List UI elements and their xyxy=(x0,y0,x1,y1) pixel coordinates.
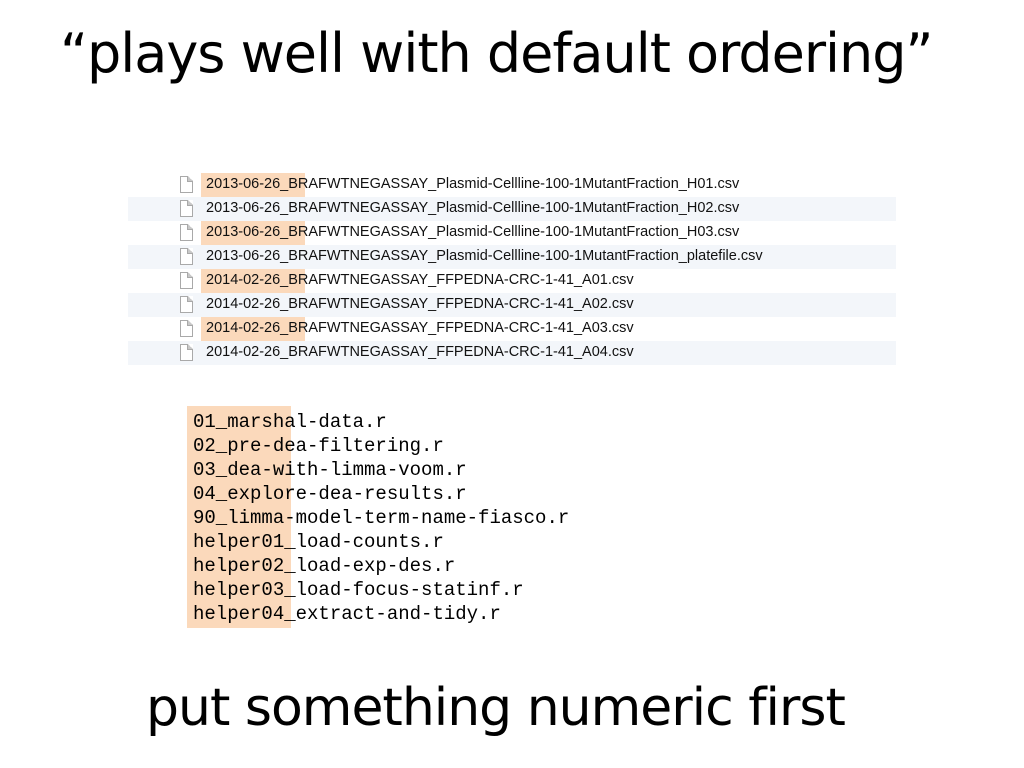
script-filename: 90_limma-model-term-name-fiasco.r xyxy=(193,507,570,529)
document-icon xyxy=(180,248,193,265)
document-icon xyxy=(180,296,193,313)
file-name: 2014-02-26_BRAFWTNEGASSAY_FFPEDNA-CRC-1-… xyxy=(206,296,634,312)
script-list: 01_marshal-data.r 02_pre-dea-filtering.r… xyxy=(193,410,569,626)
file-row[interactable]: 2014-02-26_BRAFWTNEGASSAY_FFPEDNA-CRC-1-… xyxy=(128,269,896,293)
file-row[interactable]: 2013-06-26_BRAFWTNEGASSAY_Plasmid-Cellli… xyxy=(128,173,896,197)
file-name: 2013-06-26_BRAFWTNEGASSAY_Plasmid-Cellli… xyxy=(206,200,740,216)
file-list: 2013-06-26_BRAFWTNEGASSAY_Plasmid-Cellli… xyxy=(128,173,896,365)
script-filename: 03_dea-with-limma-voom.r xyxy=(193,459,467,481)
document-icon xyxy=(180,272,193,289)
file-name: 2013-06-26_BRAFWTNEGASSAY_Plasmid-Cellli… xyxy=(206,224,740,240)
slide: “plays well with default ordering” 2013-… xyxy=(0,0,1024,768)
script-filename: 04_explore-dea-results.r xyxy=(193,483,467,505)
document-icon xyxy=(180,176,193,193)
file-row[interactable]: 2013-06-26_BRAFWTNEGASSAY_Plasmid-Cellli… xyxy=(128,221,896,245)
script-filename: helper04_extract-and-tidy.r xyxy=(193,603,501,625)
script-filename: helper02_load-exp-des.r xyxy=(193,555,456,577)
file-name: 2013-06-26_BRAFWTNEGASSAY_Plasmid-Cellli… xyxy=(206,176,740,192)
document-icon xyxy=(180,200,193,217)
slide-subtitle: put something numeric first xyxy=(146,678,846,738)
file-row[interactable]: 2014-02-26_BRAFWTNEGASSAY_FFPEDNA-CRC-1-… xyxy=(128,341,896,365)
file-name: 2013-06-26_BRAFWTNEGASSAY_Plasmid-Cellli… xyxy=(206,248,763,264)
document-icon xyxy=(180,320,193,337)
document-icon xyxy=(180,224,193,241)
file-row[interactable]: 2013-06-26_BRAFWTNEGASSAY_Plasmid-Cellli… xyxy=(128,197,896,221)
file-name: 2014-02-26_BRAFWTNEGASSAY_FFPEDNA-CRC-1-… xyxy=(206,272,634,288)
slide-title: “plays well with default ordering” xyxy=(60,22,934,85)
script-filename: helper01_load-counts.r xyxy=(193,531,444,553)
file-row[interactable]: 2014-02-26_BRAFWTNEGASSAY_FFPEDNA-CRC-1-… xyxy=(128,293,896,317)
script-filename: helper03_load-focus-statinf.r xyxy=(193,579,524,601)
file-name: 2014-02-26_BRAFWTNEGASSAY_FFPEDNA-CRC-1-… xyxy=(206,320,634,336)
file-row[interactable]: 2013-06-26_BRAFWTNEGASSAY_Plasmid-Cellli… xyxy=(128,245,896,269)
file-row[interactable]: 2014-02-26_BRAFWTNEGASSAY_FFPEDNA-CRC-1-… xyxy=(128,317,896,341)
script-filename: 02_pre-dea-filtering.r xyxy=(193,435,444,457)
document-icon xyxy=(180,344,193,361)
file-name: 2014-02-26_BRAFWTNEGASSAY_FFPEDNA-CRC-1-… xyxy=(206,344,634,360)
script-filename: 01_marshal-data.r xyxy=(193,411,387,433)
